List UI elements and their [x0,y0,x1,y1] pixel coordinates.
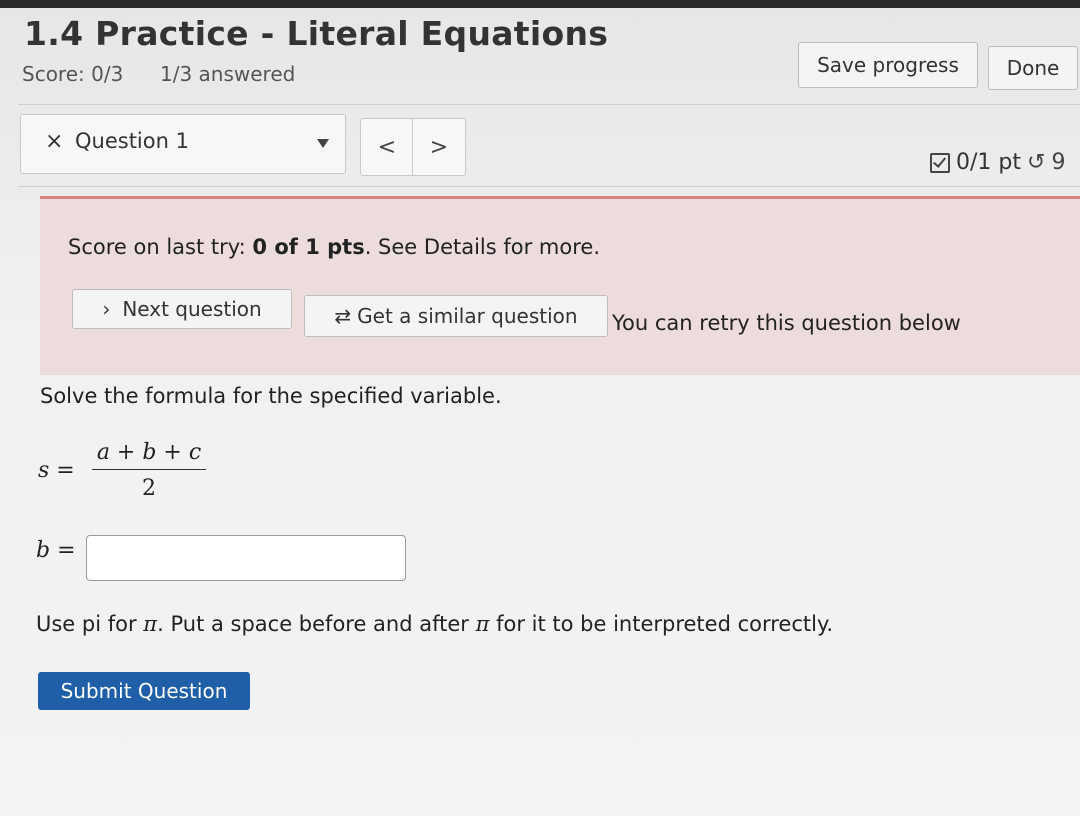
last-try-prefix: Score on last try: [68,235,253,259]
assignment-title: 1.4 Practice - Literal Equations [24,14,609,53]
previous-question-button[interactable]: < [360,118,414,176]
swap-icon: ⇄ [334,304,352,328]
pi-symbol: π [143,612,158,636]
top-edge [0,0,1080,8]
next-question-arrow-button[interactable]: > [412,118,466,176]
retry-count: 9 [1051,150,1066,175]
chevron-right-icon: > [429,134,449,160]
next-question-label: Next question [122,297,262,321]
formula-fraction: a + b + c 2 [92,440,206,501]
retry-icon: ↺ [1027,150,1046,175]
formula-denominator: 2 [142,476,156,501]
submit-question-button[interactable]: Submit Question [38,672,250,710]
question-selector[interactable]: × Question 1 [20,114,346,174]
points-text: 0/1 pt [956,150,1021,175]
question-selector-label: Question 1 [75,129,189,153]
incorrect-x-icon: × [45,129,64,154]
pi-hint: Use pi for π. Put a space before and aft… [36,612,833,636]
done-button[interactable]: Done [988,46,1078,90]
question-instruction: Solve the formula for the specified vari… [40,384,502,408]
answer-label: b = [36,538,76,563]
divider [18,186,1080,187]
last-try-alert: Score on last try: 0 of 1 pts. See Detai… [40,196,1080,375]
last-try-score: 0 of 1 pts [252,235,365,259]
page: 1.4 Practice - Literal Equations Score: … [0,0,1080,816]
last-try-message: Score on last try: 0 of 1 pts. See Detai… [68,235,600,259]
score-text: Score: 0/3 [22,62,124,86]
pi-symbol: π [475,612,490,636]
retry-hint-text: You can retry this question below [612,311,961,335]
formula-numerator: a + b + c [92,440,206,470]
formula-lhs: s = [38,458,75,483]
hint-text-1: Use pi for [36,612,144,636]
answer-input[interactable] [86,535,406,581]
checkbox-icon [930,152,950,173]
chevron-right-icon: › [102,297,111,321]
points-indicator: 0/1 pt ↺ 9 [930,150,1065,175]
last-try-suffix: . See Details for more. [364,235,600,259]
similar-question-button[interactable]: ⇄ Get a similar question [304,295,608,337]
hint-text-2: . Put a space before and after [157,612,476,636]
divider [18,104,1080,105]
hint-text-3: for it to be interpreted correctly. [489,612,834,636]
chevron-left-icon: < [377,134,397,160]
next-question-button[interactable]: › Next question [72,289,292,329]
answered-count: 1/3 answered [160,62,296,86]
save-progress-button[interactable]: Save progress [798,42,978,88]
similar-question-label: Get a similar question [357,304,578,328]
caret-down-icon [317,139,329,148]
